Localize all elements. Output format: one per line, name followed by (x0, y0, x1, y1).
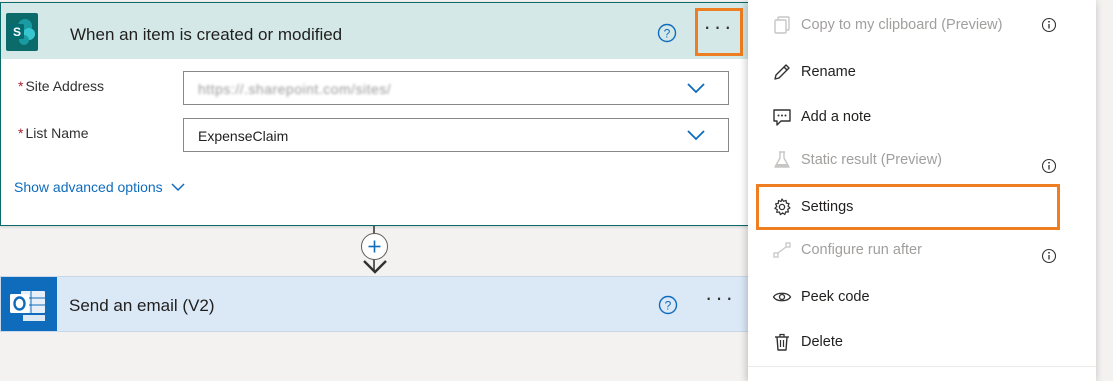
menu-item-delete[interactable]: Delete (748, 320, 1096, 364)
menu-item-settings[interactable]: Settings (748, 185, 1096, 229)
menu-item-label: Static result (Preview) (801, 152, 943, 168)
menu-item-label: Settings (801, 199, 854, 215)
chevron-down-icon[interactable] (686, 81, 706, 95)
menu-item-configure-run-after[interactable]: Configure run after (748, 228, 1096, 272)
gear-icon (774, 198, 791, 216)
more-dots-icon: ··· (703, 14, 735, 39)
menu-item-rename[interactable]: Rename (748, 50, 1096, 94)
trigger-title: When an item is created or modified (70, 25, 343, 44)
trash-icon (775, 333, 789, 351)
site-address-label: * Site Address (18, 78, 105, 94)
help-icon[interactable]: ? (658, 295, 678, 315)
menu-item-add-note[interactable]: Add a note (748, 95, 1096, 139)
menu-divider (748, 366, 1096, 367)
info-icon[interactable] (1041, 17, 1057, 33)
menu-item-label: Copy to my clipboard (Preview) (801, 17, 1003, 33)
outlook-icon (1, 277, 57, 331)
send-email-card[interactable]: Send an email (V2) ? ··· (0, 276, 749, 332)
more-options-button[interactable]: ··· (695, 8, 743, 56)
context-menu: Copy to my clipboard (Preview) Rename Ad… (748, 0, 1096, 381)
info-icon[interactable] (1041, 248, 1057, 264)
copy-icon (774, 16, 790, 34)
list-name-label: * List Name (18, 125, 89, 141)
svg-text:S: S (13, 25, 21, 39)
list-name-field[interactable]: ExpenseClaim (183, 118, 729, 152)
send-email-title: Send an email (V2) (69, 296, 215, 315)
insert-step-button[interactable] (361, 233, 388, 260)
plus-icon (368, 240, 381, 253)
svg-text:?: ? (665, 299, 672, 313)
site-address-value: https://.sharepoint.com/sites/ (198, 81, 392, 97)
advanced-label: Show advanced options (14, 179, 163, 195)
more-options-button[interactable]: ··· (705, 285, 736, 311)
site-address-field[interactable]: https://.sharepoint.com/sites/ (183, 71, 729, 105)
trigger-card-header[interactable]: S When an item is created or modified ? … (1, 3, 748, 59)
menu-item-static-result[interactable]: Static result (Preview) (748, 138, 1096, 182)
menu-item-copy-to-clipboard[interactable]: Copy to my clipboard (Preview) (748, 3, 1096, 47)
sharepoint-icon: S (6, 13, 38, 51)
pencil-icon (774, 64, 790, 80)
svg-text:?: ? (664, 27, 671, 41)
menu-item-label: Configure run after (801, 242, 922, 258)
note-icon (773, 109, 791, 126)
info-icon[interactable] (1041, 158, 1057, 174)
show-advanced-options-link[interactable]: Show advanced options (14, 179, 185, 195)
list-name-value: ExpenseClaim (198, 128, 289, 144)
eye-icon (772, 292, 792, 302)
chevron-down-icon (171, 183, 185, 192)
trigger-card: S When an item is created or modified ? … (0, 2, 749, 226)
menu-item-label: Add a note (801, 109, 872, 125)
menu-item-label: Peek code (801, 289, 870, 305)
menu-item-label: Delete (801, 334, 843, 350)
menu-item-peek-code[interactable]: Peek code (748, 275, 1096, 319)
menu-item-label: Rename (801, 64, 856, 80)
flask-icon (774, 151, 790, 168)
arrow-down-icon (363, 260, 387, 274)
help-icon[interactable]: ? (657, 23, 677, 43)
run-after-icon (773, 242, 791, 258)
chevron-down-icon[interactable] (686, 128, 706, 142)
